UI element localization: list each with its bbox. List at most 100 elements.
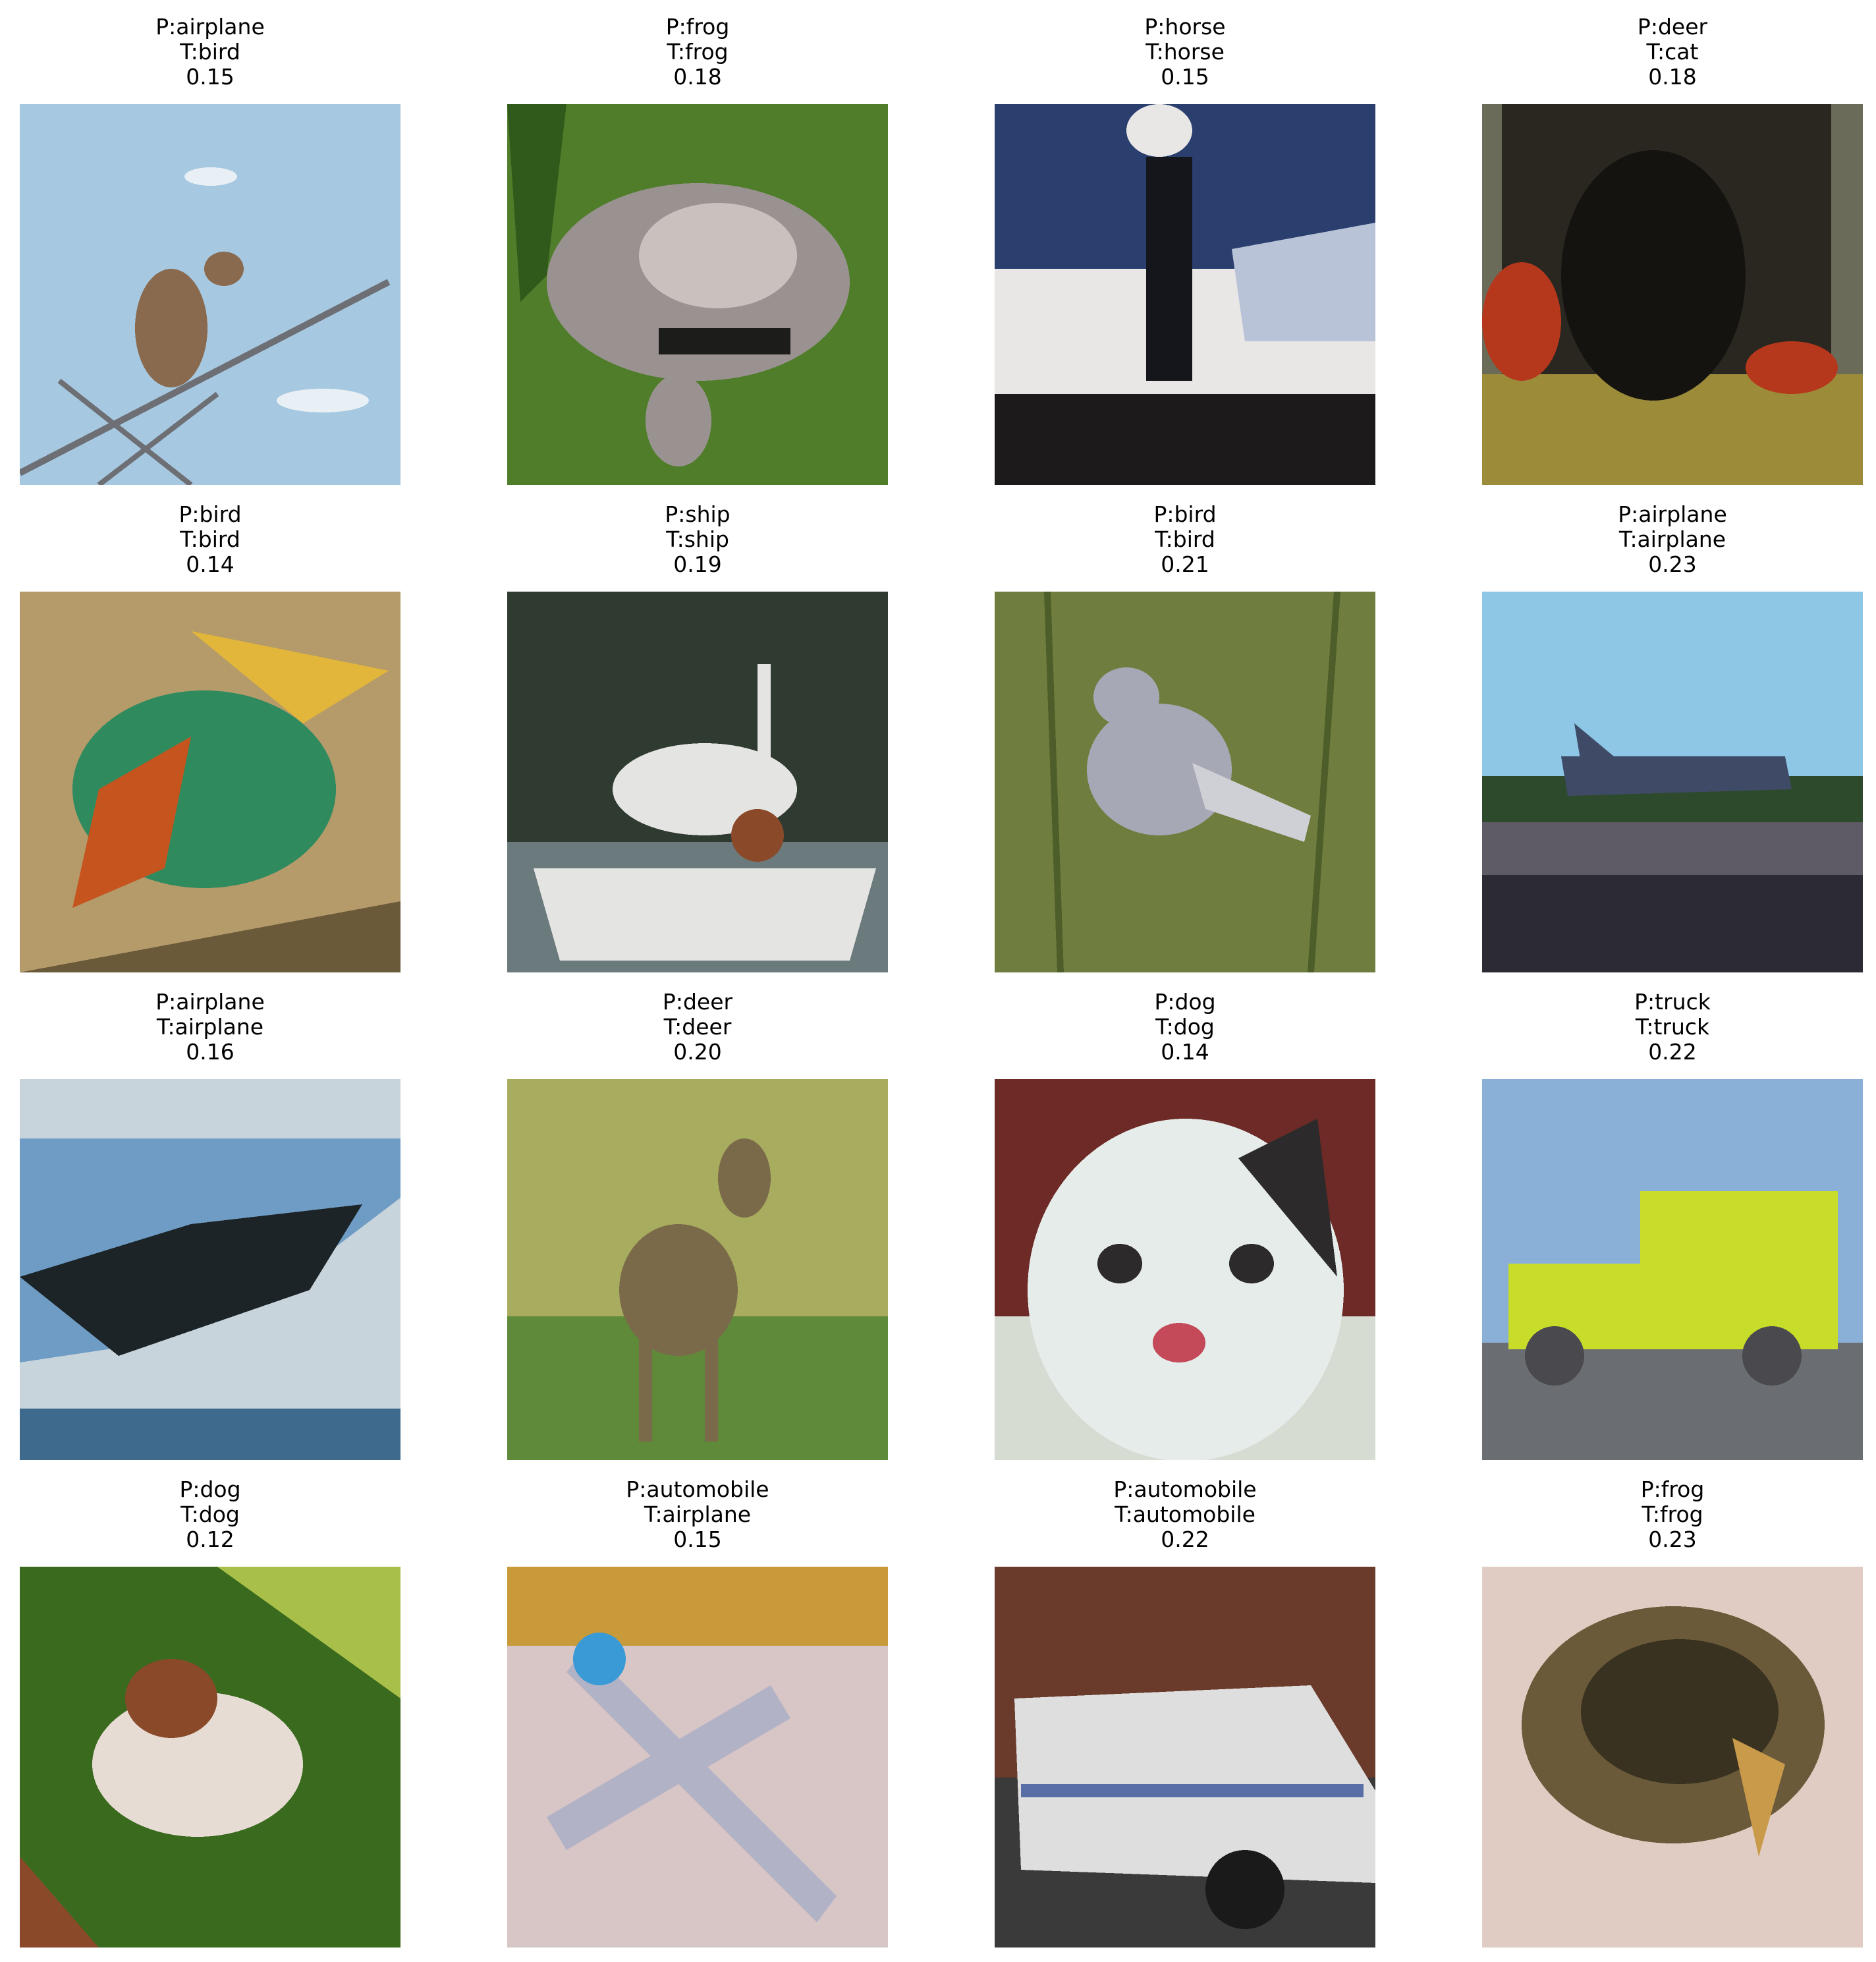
score-value: 0.16	[186, 1039, 234, 1065]
cell-caption: P:ship T:ship 0.19	[507, 502, 888, 577]
thumbnail-frog-on-grass	[507, 104, 888, 485]
shadow	[659, 328, 790, 354]
thumbnail-image	[507, 1567, 888, 1948]
thumbnail-horse-riders	[995, 104, 1375, 485]
predicted-label: P:horse	[1144, 14, 1226, 40]
true-label: T:bird	[180, 526, 240, 552]
thumbnail-image	[995, 592, 1375, 972]
true-label: T:airplane	[1618, 526, 1726, 552]
prediction-grid: P:airplane T:bird 0.15 P:frog T:frog 0.18 P:ho…	[0, 0, 1876, 1962]
bird-head	[1093, 667, 1159, 727]
cell-caption: P:horse T:horse 0.15	[995, 14, 1375, 90]
thumbnail-police-car	[995, 1567, 1375, 1948]
cell-caption: P:automobile T:automobile 0.22	[995, 1477, 1375, 1552]
true-label: T:airplane	[644, 1501, 752, 1527]
prediction-cell: P:deer T:deer 0.20	[507, 989, 888, 1460]
prediction-cell: P:frog T:frog 0.18	[507, 14, 888, 485]
score-value: 0.15	[1161, 64, 1209, 90]
score-value: 0.18	[673, 64, 722, 90]
prediction-cell: P:dog T:dog 0.12	[20, 1477, 400, 1948]
stripe	[1021, 1784, 1364, 1797]
predicted-label: P:dog	[179, 1476, 241, 1502]
prediction-cell: P:bird T:bird 0.21	[995, 502, 1375, 972]
deer-head	[718, 1138, 771, 1218]
predicted-label: P:bird	[1153, 501, 1217, 527]
thumbnail-image	[507, 104, 888, 485]
true-label: T:ship	[666, 526, 729, 552]
true-label: T:automobile	[1115, 1501, 1255, 1527]
predicted-label: P:truck	[1634, 989, 1711, 1015]
score-value: 0.15	[186, 64, 234, 90]
prediction-cell: P:automobile T:automobile 0.22	[995, 1477, 1375, 1948]
predicted-label: P:airplane	[155, 14, 265, 40]
thumbnail-chihuahua	[995, 1079, 1375, 1460]
puppy-head	[125, 1659, 217, 1738]
predicted-label: P:ship	[665, 501, 731, 527]
ground	[995, 394, 1375, 485]
wheel	[1742, 1326, 1802, 1386]
bird-head	[204, 252, 244, 286]
prediction-cell: P:horse T:horse 0.15	[995, 14, 1375, 485]
thumbnail-image	[507, 592, 888, 972]
thumbnail-image	[1482, 104, 1863, 485]
bird-body	[1087, 704, 1232, 835]
true-label: T:dog	[1155, 1014, 1215, 1040]
frog-back	[639, 203, 797, 308]
thumbnail-jet-on-runway	[1482, 592, 1863, 972]
thumbnail-yellow-truck	[1482, 1079, 1863, 1460]
score-value: 0.15	[673, 1527, 722, 1552]
hull	[534, 868, 876, 961]
prediction-cell: P:airplane T:airplane 0.16	[20, 990, 400, 1460]
leg	[705, 1330, 718, 1442]
true-label: T:deer	[663, 1014, 732, 1040]
cloud	[184, 167, 237, 186]
predicted-label: P:automobile	[1113, 1476, 1257, 1502]
thumbnail-image	[1482, 592, 1863, 972]
runway	[1482, 822, 1863, 875]
cell-caption: P:dog T:dog 0.12	[20, 1477, 400, 1552]
thumbnail-image	[995, 104, 1375, 485]
prediction-cell: P:airplane T:airplane 0.23	[1482, 502, 1863, 972]
thumbnail-white-boat	[507, 592, 888, 972]
thumbnail-deer-in-field	[507, 1079, 888, 1460]
true-label: T:truck	[1635, 1014, 1710, 1040]
true-label: T:airplane	[156, 1014, 264, 1040]
clouds	[20, 1079, 400, 1138]
score-value: 0.22	[1648, 1039, 1697, 1065]
prediction-cell: P:bird T:bird 0.14	[20, 502, 400, 972]
truck-box	[1640, 1191, 1838, 1349]
frog-leg	[646, 374, 711, 466]
cell-caption: P:dog T:dog 0.14	[995, 990, 1375, 1065]
cell-caption: P:bird T:bird 0.21	[995, 502, 1375, 577]
predicted-label: P:deer	[1637, 14, 1708, 40]
thumbnail-puppy-on-grass	[20, 1567, 400, 1948]
predicted-label: P:automobile	[626, 1476, 769, 1502]
propeller	[573, 1633, 626, 1685]
predicted-label: P:frog	[1640, 1476, 1705, 1502]
red-object	[1482, 262, 1561, 381]
thumbnail-image	[1482, 1567, 1863, 1948]
thumbnail-grey-bird-grass	[995, 592, 1375, 972]
prediction-cell: P:dog T:dog 0.14	[995, 990, 1375, 1460]
cell-caption: P:deer T:cat 0.18	[1482, 14, 1863, 90]
horse	[1146, 157, 1192, 381]
true-label: T:bird	[180, 39, 240, 65]
cell-caption: P:automobile T:airplane 0.15	[507, 1477, 888, 1552]
truck-cab	[1508, 1264, 1653, 1349]
prediction-cell: P:truck T:truck 0.22	[1482, 990, 1863, 1460]
bird-body	[135, 269, 207, 387]
thumbnail-toy-airplane	[507, 1567, 888, 1948]
thumbnail-image	[20, 1567, 400, 1948]
predicted-label: P:frog	[665, 14, 730, 40]
tarmac	[1482, 875, 1863, 972]
thumbnail-image	[20, 592, 400, 972]
cell-caption: P:frog T:frog 0.23	[1482, 1477, 1863, 1552]
cell-caption: P:truck T:truck 0.22	[1482, 990, 1863, 1065]
predicted-label: P:deer	[662, 989, 733, 1015]
mouth	[1153, 1323, 1205, 1362]
wheel	[1205, 1850, 1284, 1929]
lower-slope	[20, 1409, 400, 1460]
thumbnail-image	[995, 1567, 1375, 1948]
thumbnail-image	[1482, 1079, 1863, 1460]
eye	[1229, 1244, 1274, 1283]
